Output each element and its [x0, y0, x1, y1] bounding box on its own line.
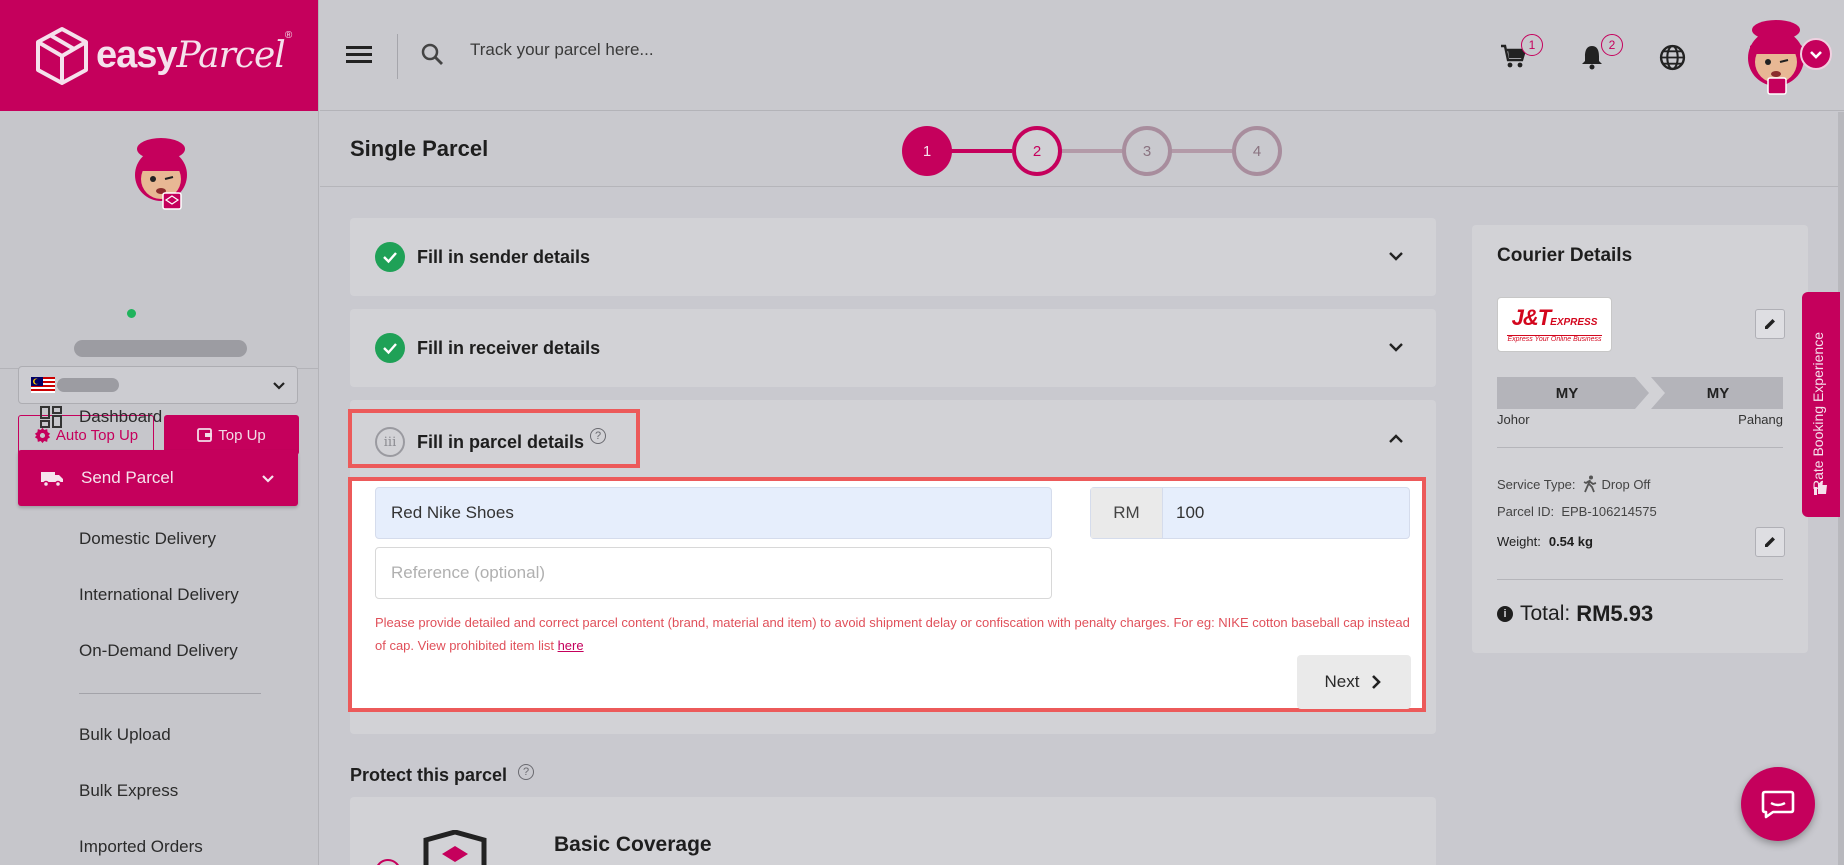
- origin-state: Johor: [1497, 412, 1530, 427]
- sidebar-subitem-international-delivery[interactable]: International Delivery: [79, 585, 239, 605]
- service-type-line: Service Type: Drop Off: [1497, 475, 1651, 493]
- courier-details-panel: Courier Details J&TEXPRESS Express Your …: [1472, 225, 1808, 653]
- receiver-details-section[interactable]: Fill in receiver details: [350, 309, 1436, 387]
- account-menu-toggle[interactable]: [1800, 38, 1832, 70]
- step-connector: [950, 149, 1012, 153]
- prohibited-items-link[interactable]: here: [558, 638, 584, 653]
- chat-button[interactable]: [1741, 767, 1815, 841]
- sidebar-subitem-on-demand-delivery[interactable]: On-Demand Delivery: [79, 641, 238, 661]
- receiver-section-title: Fill in receiver details: [417, 337, 601, 358]
- page-title: Single Parcel: [350, 136, 489, 161]
- chevron-up-icon[interactable]: [1386, 429, 1406, 449]
- info-icon[interactable]: i: [1497, 606, 1513, 622]
- step-1: 1: [902, 126, 952, 176]
- courier-title: Courier Details: [1497, 245, 1633, 266]
- currency-prefix: RM: [1091, 488, 1163, 538]
- destination-state: Pahang: [1738, 412, 1783, 427]
- step-2: 2: [1012, 126, 1062, 176]
- cube-logo-icon: [36, 26, 88, 85]
- user-profile: Auto Top Up Top Up: [0, 111, 318, 455]
- help-icon[interactable]: ?: [518, 764, 535, 780]
- sender-section-title: Fill in sender details: [417, 246, 591, 267]
- parcel-content-input[interactable]: Red Nike Shoes: [375, 487, 1052, 539]
- check-icon: [375, 333, 405, 363]
- progress-stepper: 1 2 3 4: [902, 124, 1282, 176]
- origin-country: MY: [1555, 384, 1579, 402]
- sender-details-section[interactable]: Fill in sender details: [350, 218, 1436, 296]
- brand-logo[interactable]: easyParcel ®: [0, 0, 318, 111]
- edit-weight-button[interactable]: [1755, 527, 1785, 557]
- notification-count-badge: 2: [1601, 34, 1623, 56]
- sidebar-subitem-bulk-upload[interactable]: Bulk Upload: [79, 725, 171, 745]
- chevron-down-icon: [262, 475, 274, 483]
- total-price: i Total: RM5.93: [1497, 601, 1653, 627]
- courier-divider: [1497, 447, 1783, 448]
- route-indicator: MY MY: [1497, 377, 1783, 409]
- globe-icon[interactable]: [1659, 44, 1686, 71]
- dashboard-icon: [40, 406, 62, 428]
- thumbs-up-icon: [1814, 481, 1827, 495]
- basic-coverage-title: Basic Coverage: [554, 833, 712, 856]
- coverage-radio[interactable]: [375, 859, 401, 865]
- reference-input[interactable]: Reference (optional): [375, 547, 1052, 599]
- avatar[interactable]: [125, 135, 197, 215]
- courier-logo: J&TEXPRESS Express Your Online Business: [1497, 297, 1612, 352]
- step-connector: [1060, 149, 1122, 153]
- chevron-down-icon: [1810, 51, 1822, 59]
- chat-bubble-icon: [1761, 790, 1795, 819]
- sidebar-subitem-domestic-delivery[interactable]: Domestic Delivery: [79, 529, 216, 549]
- topbar-divider: [397, 34, 398, 79]
- weight-line: Weight: 0.54 kg: [1497, 534, 1593, 549]
- hamburger-menu-icon[interactable]: [346, 44, 372, 66]
- sidebar-item-dashboard[interactable]: Dashboard: [18, 389, 298, 445]
- sidebar-subitem-bulk-express[interactable]: Bulk Express: [79, 781, 178, 801]
- check-icon: [375, 242, 405, 272]
- page-header: Single Parcel 1 2 3 4: [320, 112, 1844, 187]
- rate-booking-experience-tab[interactable]: Rate Booking Experience: [1802, 292, 1840, 517]
- step-3: 3: [1122, 126, 1172, 176]
- step-4: 4: [1232, 126, 1282, 176]
- sidebar-subitem-imported-orders[interactable]: Imported Orders: [79, 837, 203, 857]
- chevron-down-icon[interactable]: [1386, 246, 1406, 266]
- sidebar-item-send-parcel[interactable]: Send Parcel: [18, 450, 298, 506]
- parcel-details-form: Red Nike Shoes RM 100 Reference (optiona…: [348, 477, 1426, 712]
- search-icon: [421, 43, 443, 65]
- truck-icon: [41, 472, 63, 488]
- pencil-icon: [1765, 319, 1775, 329]
- parcel-id-line: Parcel ID: EPB-106214575: [1497, 504, 1657, 519]
- walking-person-icon: [1583, 475, 1596, 493]
- online-status-dot: [125, 307, 138, 320]
- next-button[interactable]: Next: [1297, 655, 1411, 709]
- destination-country: MY: [1706, 384, 1730, 402]
- shield-icon: [423, 830, 487, 865]
- step-connector: [1170, 149, 1232, 153]
- chevron-right-icon: [1372, 675, 1382, 689]
- sidebar-divider: [79, 693, 261, 694]
- edit-courier-button[interactable]: [1755, 309, 1785, 339]
- highlight-parcel-header: [348, 409, 640, 468]
- pencil-icon: [1765, 537, 1775, 547]
- sidebar: easyParcel ® Auto Top Up Top Up Dashboar…: [0, 0, 319, 865]
- logo-text: easyParcel: [96, 34, 286, 76]
- protect-parcel-title: Protect this parcel ?: [350, 764, 535, 786]
- content-warning-text: Please provide detailed and correct parc…: [375, 615, 1410, 653]
- username-redacted: [74, 340, 247, 357]
- parcel-value-input[interactable]: RM 100: [1090, 487, 1410, 539]
- basic-coverage-option[interactable]: Basic Coverage: [350, 797, 1436, 865]
- chevron-down-icon[interactable]: [1386, 337, 1406, 357]
- track-parcel-input[interactable]: [470, 40, 1070, 60]
- cart-count-badge: 1: [1521, 34, 1543, 56]
- courier-divider: [1497, 579, 1783, 580]
- top-bar: 1 2: [320, 0, 1844, 111]
